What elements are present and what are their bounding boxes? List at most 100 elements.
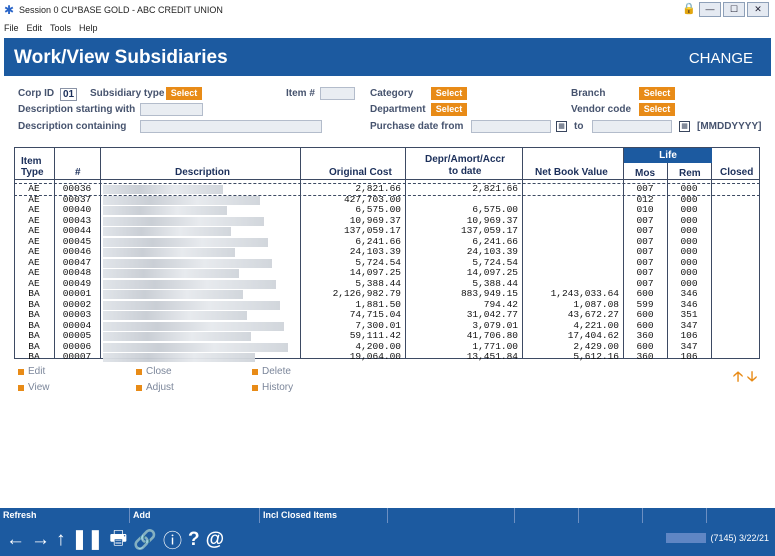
bullet-icon [252,384,258,391]
status-area: (7145) 3/22/21 [666,533,769,543]
category-select-button[interactable]: Select [431,87,467,100]
action-delete[interactable]: Delete [252,366,291,377]
pause-icon[interactable]: ❚❚ [72,528,104,551]
table-row[interactable]: BA 00001 2,126,982.79 883,949.15 1,243,033.6… [15,288,759,300]
department-select-button[interactable]: Select [431,103,467,116]
cell-mos: 360 [636,351,654,362]
table-row[interactable]: AE 00046 24,103.39 24,103.39 007 000 [15,246,759,258]
desc-contain-input[interactable] [140,120,322,133]
fkey-blank-5[interactable] [707,508,775,523]
action-view[interactable]: View [18,382,50,393]
item-number-label: Item # [286,88,315,99]
back-arrow-icon[interactable]: ← [6,529,25,551]
description-redacted [103,342,288,352]
cell-depr: 24,103.39 [466,246,518,257]
fkey-blank-4[interactable] [643,508,707,523]
header-net-book-value[interactable]: Net Book Value [535,167,608,178]
action-history[interactable]: History [252,382,293,393]
calendar-to-icon[interactable]: ▦ [679,121,690,132]
header-item-type[interactable]: Item Type [21,156,51,178]
corp-id-field[interactable]: 01 [60,88,77,101]
cell-nbv: 17,404.62 [567,330,619,341]
cell-type: BA [28,330,40,341]
item-number-input[interactable] [320,87,355,100]
cell-cost: 2,821.66 [355,183,401,194]
desc-start-input[interactable] [140,103,203,116]
forward-arrow-icon[interactable]: → [31,529,50,551]
cell-num: 00046 [62,246,92,257]
cell-rem: 000 [680,183,698,194]
navigation-bar: ← → ↑ ❚❚ 🖶 🔗 ⓘ ? @ [0,523,775,556]
up-arrow-icon[interactable]: ↑ [56,529,66,551]
lock-icon: 🔒 [682,3,696,15]
department-label: Department [370,104,426,115]
at-icon[interactable]: @ [206,529,225,551]
maximize-button[interactable]: ☐ [723,2,745,17]
menu-file[interactable]: File [4,23,19,33]
branch-select-button[interactable]: Select [639,87,675,100]
table-row[interactable]: AE 00044 137,059.17 137,059.17 007 000 [15,225,759,237]
menu-edit[interactable]: Edit [27,23,43,33]
action-edit[interactable]: Edit [18,366,45,377]
header-rem[interactable]: Rem [679,168,701,179]
print-icon[interactable]: 🖶 [109,524,127,556]
bullet-icon [136,384,142,391]
menu-help[interactable]: Help [79,23,98,33]
fkey-add[interactable]: Add [130,508,260,523]
table-row[interactable]: AE 00048 14,097.25 14,097.25 007 000 [15,267,759,279]
cell-rem: 346 [680,288,698,299]
header-num[interactable]: # [75,167,81,178]
table-row[interactable]: AE 00040 6,575.00 6,575.00 010 000 [15,204,759,216]
description-redacted [103,195,260,205]
action-view-label: View [28,382,50,393]
cell-num: 00007 [62,351,92,362]
table-row[interactable]: BA 00005 59,111.42 41,706.80 17,404.62 360 106 [15,330,759,342]
branch-label: Branch [571,88,606,99]
cell-rem: 106 [680,351,698,362]
action-adjust[interactable]: Adjust [136,382,174,393]
header-original-cost[interactable]: Original Cost [329,167,392,178]
page-up-icon[interactable]: 🡡 [733,368,743,384]
header-depr[interactable]: Depr/Amort/Accr to date [420,154,510,178]
cell-num: 00005 [62,330,92,341]
table-row[interactable]: BA 00007 19,064.00 13,451.84 5,612.16 360 106 [15,351,759,363]
table-row[interactable]: AE 00036 2,821.66 2,821.66 007 000 [14,183,760,196]
cell-mos: 007 [636,246,654,257]
purchase-to-input[interactable] [592,120,672,133]
menu-tools[interactable]: Tools [50,23,71,33]
header-description[interactable]: Description [175,167,230,178]
description-redacted [103,248,235,257]
vendor-code-select-button[interactable]: Select [639,103,675,116]
cell-num: 00044 [62,225,92,236]
desc-contain-label: Description containing [18,121,127,132]
desc-start-label: Description starting with [18,104,136,115]
purchase-from-input[interactable] [471,120,551,133]
cell-cost: 19,064.00 [349,351,401,362]
cell-type: BA [28,288,40,299]
help-icon[interactable]: ? [188,529,200,551]
cell-rem: 351 [680,309,698,320]
fkey-blank-2[interactable] [515,508,579,523]
subsidiary-type-select-button[interactable]: Select [166,87,202,100]
fkey-blank-1[interactable] [388,508,515,523]
to-label: to [574,121,584,132]
cell-depr: 883,949.15 [460,288,518,299]
link-icon[interactable]: 🔗 [133,528,157,552]
close-window-button[interactable]: ✕ [747,2,769,17]
calendar-from-icon[interactable]: ▦ [556,121,567,132]
header-closed[interactable]: Closed [720,167,753,178]
description-redacted [103,353,255,362]
table-row[interactable]: BA 00003 74,715.04 31,042.77 43,672.27 600 351 [15,309,759,321]
cell-type: AE [28,225,40,236]
mode-indicator: CHANGE [688,50,753,67]
cell-cost: 74,715.04 [349,309,401,320]
page-down-icon[interactable]: 🡣 [747,368,757,384]
action-adjust-label: Adjust [146,382,174,393]
header-mos[interactable]: Mos [635,168,655,179]
minimize-button[interactable]: — [699,2,721,17]
info-icon[interactable]: ⓘ [163,526,182,553]
fkey-incl-closed[interactable]: Incl Closed Items [260,508,388,523]
action-close[interactable]: Close [136,366,172,377]
fkey-refresh[interactable]: Refresh [0,508,130,523]
fkey-blank-3[interactable] [579,508,643,523]
